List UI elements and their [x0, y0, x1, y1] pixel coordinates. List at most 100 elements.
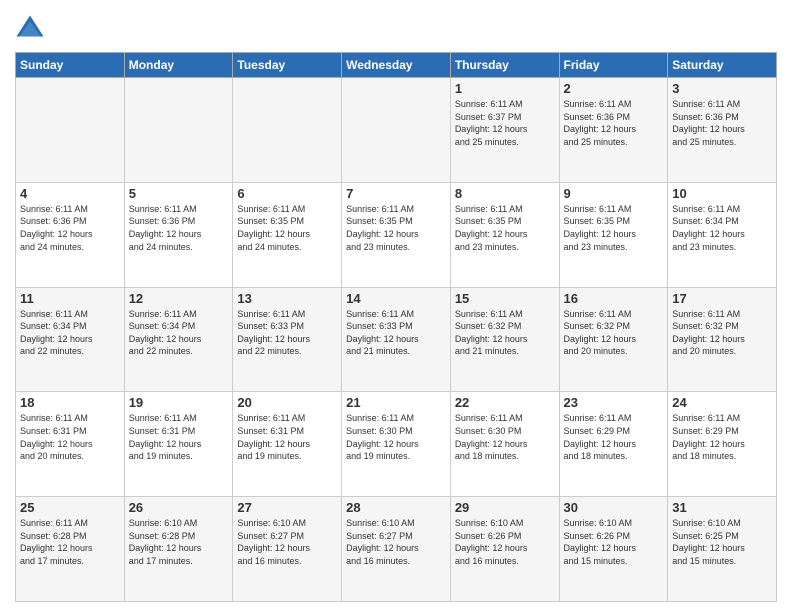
day-info: Sunrise: 6:11 AM Sunset: 6:36 PM Dayligh… — [129, 203, 229, 253]
day-info: Sunrise: 6:11 AM Sunset: 6:32 PM Dayligh… — [455, 308, 555, 358]
day-number: 17 — [672, 291, 772, 306]
calendar-cell: 20 Sunrise: 6:11 AM Sunset: 6:31 PM Dayli… — [233, 392, 342, 497]
calendar-cell: 3 Sunrise: 6:11 AM Sunset: 6:36 PM Daylig… — [668, 78, 777, 183]
day-info: Sunrise: 6:11 AM Sunset: 6:30 PM Dayligh… — [455, 412, 555, 462]
day-info: Sunrise: 6:11 AM Sunset: 6:31 PM Dayligh… — [129, 412, 229, 462]
calendar-week-row: 18Sunrise: 6:11 AM Sunset: 6:31 PM Dayli… — [16, 392, 777, 497]
day-info: Sunrise: 6:11 AM Sunset: 6:37 PM Dayligh… — [455, 98, 555, 148]
day-number: 22 — [455, 395, 555, 410]
calendar-cell: 22 Sunrise: 6:11 AM Sunset: 6:30 PM Dayli… — [450, 392, 559, 497]
day-number: 20 — [237, 395, 337, 410]
day-info: Sunrise: 6:11 AM Sunset: 6:35 PM Dayligh… — [237, 203, 337, 253]
calendar-header-row: SundayMondayTuesdayWednesdayThursdayFrid… — [16, 53, 777, 78]
day-info: Sunrise: 6:10 AM Sunset: 6:28 PM Dayligh… — [129, 517, 229, 567]
calendar-cell: 7 Sunrise: 6:11 AM Sunset: 6:35 PM Daylig… — [342, 182, 451, 287]
calendar-cell: 15 Sunrise: 6:11 AM Sunset: 6:32 PM Dayli… — [450, 287, 559, 392]
day-number: 5 — [129, 186, 229, 201]
day-number: 19 — [129, 395, 229, 410]
calendar-cell: 17 Sunrise: 6:11 AM Sunset: 6:32 PM Dayli… — [668, 287, 777, 392]
day-number: 25 — [20, 500, 120, 515]
header — [15, 10, 777, 44]
day-info: Sunrise: 6:11 AM Sunset: 6:34 PM Dayligh… — [20, 308, 120, 358]
calendar-cell: 28 Sunrise: 6:10 AM Sunset: 6:27 PM Dayli… — [342, 497, 451, 602]
calendar-cell: 27Sunrise: 6:10 AM Sunset: 6:27 PM Dayli… — [233, 497, 342, 602]
calendar-cell: 25 Sunrise: 6:11 AM Sunset: 6:28 PM Dayli… — [16, 497, 125, 602]
calendar-cell — [342, 78, 451, 183]
day-number: 7 — [346, 186, 446, 201]
day-info: Sunrise: 6:11 AM Sunset: 6:33 PM Dayligh… — [237, 308, 337, 358]
day-info: Sunrise: 6:11 AM Sunset: 6:34 PM Dayligh… — [672, 203, 772, 253]
day-number: 21 — [346, 395, 446, 410]
calendar-week-row: 4 Sunrise: 6:11 AM Sunset: 6:36 PM Daylig… — [16, 182, 777, 287]
day-number: 24 — [672, 395, 772, 410]
calendar-day-header: Monday — [124, 53, 233, 78]
calendar-day-header: Thursday — [450, 53, 559, 78]
day-number: 29 — [455, 500, 555, 515]
day-info: Sunrise: 6:11 AM Sunset: 6:36 PM Dayligh… — [20, 203, 120, 253]
day-number: 1 — [455, 81, 555, 96]
day-number: 2 — [564, 81, 664, 96]
day-info: Sunrise: 6:11 AM Sunset: 6:32 PM Dayligh… — [672, 308, 772, 358]
day-number: 23 — [564, 395, 664, 410]
day-info: Sunrise: 6:11 AM Sunset: 6:31 PM Dayligh… — [237, 412, 337, 462]
calendar-day-header: Saturday — [668, 53, 777, 78]
calendar-cell: 14Sunrise: 6:11 AM Sunset: 6:33 PM Dayli… — [342, 287, 451, 392]
day-number: 10 — [672, 186, 772, 201]
calendar-cell: 29 Sunrise: 6:10 AM Sunset: 6:26 PM Dayli… — [450, 497, 559, 602]
calendar-day-header: Wednesday — [342, 53, 451, 78]
day-info: Sunrise: 6:10 AM Sunset: 6:25 PM Dayligh… — [672, 517, 772, 567]
logo-icon — [15, 14, 45, 44]
day-number: 31 — [672, 500, 772, 515]
day-info: Sunrise: 6:10 AM Sunset: 6:27 PM Dayligh… — [346, 517, 446, 567]
day-info: Sunrise: 6:10 AM Sunset: 6:26 PM Dayligh… — [455, 517, 555, 567]
calendar-cell: 18Sunrise: 6:11 AM Sunset: 6:31 PM Dayli… — [16, 392, 125, 497]
calendar-table: SundayMondayTuesdayWednesdayThursdayFrid… — [15, 52, 777, 602]
day-number: 28 — [346, 500, 446, 515]
day-info: Sunrise: 6:11 AM Sunset: 6:29 PM Dayligh… — [672, 412, 772, 462]
day-number: 14 — [346, 291, 446, 306]
day-number: 13 — [237, 291, 337, 306]
day-number: 6 — [237, 186, 337, 201]
calendar-cell: 13 Sunrise: 6:11 AM Sunset: 6:33 PM Dayli… — [233, 287, 342, 392]
day-info: Sunrise: 6:11 AM Sunset: 6:36 PM Dayligh… — [672, 98, 772, 148]
calendar-week-row: 11Sunrise: 6:11 AM Sunset: 6:34 PM Dayli… — [16, 287, 777, 392]
calendar-day-header: Tuesday — [233, 53, 342, 78]
day-info: Sunrise: 6:11 AM Sunset: 6:29 PM Dayligh… — [564, 412, 664, 462]
calendar-week-row: 25 Sunrise: 6:11 AM Sunset: 6:28 PM Dayli… — [16, 497, 777, 602]
day-info: Sunrise: 6:11 AM Sunset: 6:35 PM Dayligh… — [346, 203, 446, 253]
day-number: 9 — [564, 186, 664, 201]
day-info: Sunrise: 6:11 AM Sunset: 6:36 PM Dayligh… — [564, 98, 664, 148]
calendar-cell: 24 Sunrise: 6:11 AM Sunset: 6:29 PM Dayli… — [668, 392, 777, 497]
calendar-cell: 30Sunrise: 6:10 AM Sunset: 6:26 PM Dayli… — [559, 497, 668, 602]
day-info: Sunrise: 6:11 AM Sunset: 6:34 PM Dayligh… — [129, 308, 229, 358]
calendar-cell — [233, 78, 342, 183]
calendar-cell: 6 Sunrise: 6:11 AM Sunset: 6:35 PM Daylig… — [233, 182, 342, 287]
calendar-cell: 31 Sunrise: 6:10 AM Sunset: 6:25 PM Dayli… — [668, 497, 777, 602]
calendar-cell: 23 Sunrise: 6:11 AM Sunset: 6:29 PM Dayli… — [559, 392, 668, 497]
day-number: 30 — [564, 500, 664, 515]
calendar-cell: 9 Sunrise: 6:11 AM Sunset: 6:35 PM Daylig… — [559, 182, 668, 287]
day-info: Sunrise: 6:11 AM Sunset: 6:30 PM Dayligh… — [346, 412, 446, 462]
calendar-cell: 5 Sunrise: 6:11 AM Sunset: 6:36 PM Daylig… — [124, 182, 233, 287]
calendar-cell: 11Sunrise: 6:11 AM Sunset: 6:34 PM Dayli… — [16, 287, 125, 392]
day-number: 15 — [455, 291, 555, 306]
calendar-cell: 1 Sunrise: 6:11 AM Sunset: 6:37 PM Daylig… — [450, 78, 559, 183]
calendar-cell: 10 Sunrise: 6:11 AM Sunset: 6:34 PM Dayli… — [668, 182, 777, 287]
day-info: Sunrise: 6:11 AM Sunset: 6:28 PM Dayligh… — [20, 517, 120, 567]
calendar-day-header: Sunday — [16, 53, 125, 78]
day-number: 4 — [20, 186, 120, 201]
calendar-cell: 21 Sunrise: 6:11 AM Sunset: 6:30 PM Dayli… — [342, 392, 451, 497]
day-info: Sunrise: 6:11 AM Sunset: 6:35 PM Dayligh… — [455, 203, 555, 253]
calendar-cell: 12Sunrise: 6:11 AM Sunset: 6:34 PM Dayli… — [124, 287, 233, 392]
day-number: 8 — [455, 186, 555, 201]
calendar-week-row: 1 Sunrise: 6:11 AM Sunset: 6:37 PM Daylig… — [16, 78, 777, 183]
calendar-cell: 8 Sunrise: 6:11 AM Sunset: 6:35 PM Daylig… — [450, 182, 559, 287]
calendar-day-header: Friday — [559, 53, 668, 78]
day-number: 26 — [129, 500, 229, 515]
calendar-cell — [124, 78, 233, 183]
day-number: 3 — [672, 81, 772, 96]
day-info: Sunrise: 6:11 AM Sunset: 6:35 PM Dayligh… — [564, 203, 664, 253]
day-info: Sunrise: 6:11 AM Sunset: 6:32 PM Dayligh… — [564, 308, 664, 358]
page-container: SundayMondayTuesdayWednesdayThursdayFrid… — [0, 0, 792, 612]
day-info: Sunrise: 6:11 AM Sunset: 6:31 PM Dayligh… — [20, 412, 120, 462]
